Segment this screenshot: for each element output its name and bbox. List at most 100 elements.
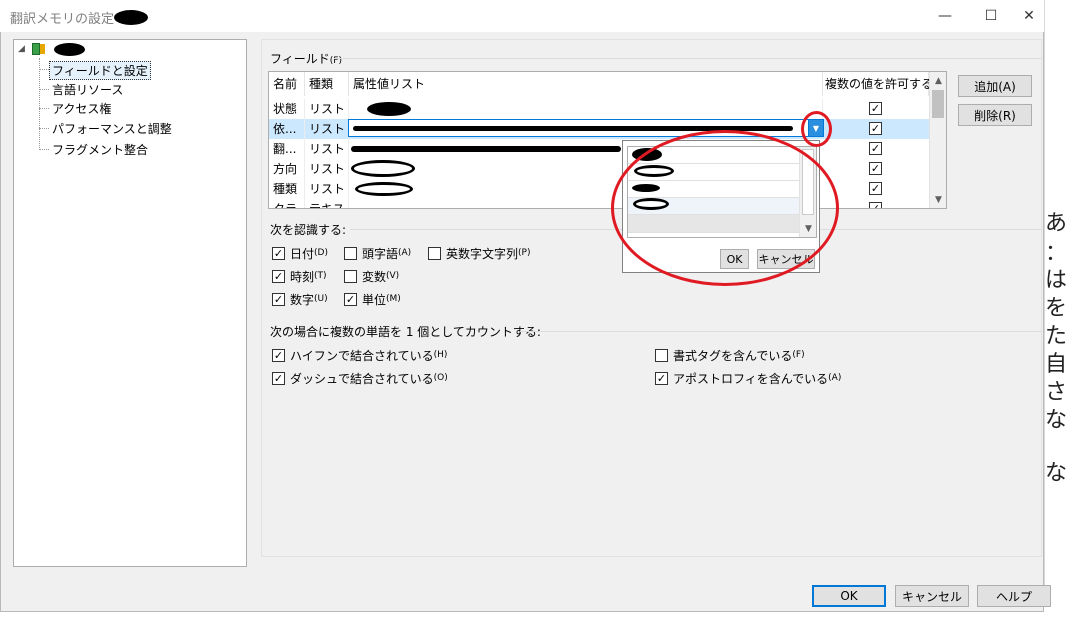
tree-item-fragment-alignment[interactable]: フラグメント整合: [52, 141, 148, 158]
redaction-mark: [355, 182, 413, 196]
option-time[interactable]: ✓ 時刻 (T): [272, 268, 327, 284]
checkbox[interactable]: [344, 269, 357, 283]
values-list[interactable]: ▼: [627, 146, 817, 238]
redaction-mark: [367, 102, 411, 116]
option-accel: (M): [386, 294, 401, 304]
col-header-type[interactable]: 種類: [305, 72, 349, 96]
multi-checkbox[interactable]: ✓: [869, 162, 882, 175]
window-title: 翻訳メモリの設定 -: [10, 12, 123, 27]
checkbox[interactable]: ✓: [272, 246, 285, 260]
checkbox[interactable]: ✓: [272, 269, 285, 283]
option-label: アポストロフィを含んでいる: [673, 371, 829, 386]
table-row[interactable]: クラ テキスト ✓: [269, 199, 929, 208]
checkbox[interactable]: [428, 246, 441, 260]
tree-item-fields-settings[interactable]: フィールドと設定: [49, 61, 151, 80]
table-row[interactable]: 翻... リスト ✓: [269, 139, 929, 159]
col-header-multi[interactable]: 複数の値を許可する: [823, 72, 933, 96]
option-hyphen[interactable]: ✓ ハイフンで結合されている (H): [272, 347, 447, 363]
tree-item-language-resources[interactable]: 言語リソース: [52, 81, 123, 98]
checkbox[interactable]: ✓: [655, 371, 668, 385]
fields-table[interactable]: 名前 種類 属性値リスト 複数の値を許可する 状態 リスト ✓ 依... リスト…: [268, 71, 947, 209]
cancel-button[interactable]: キャンセル: [895, 585, 969, 607]
minimize-button[interactable]: —: [922, 0, 968, 32]
option-label: 日付: [290, 246, 315, 261]
option-apostrophe[interactable]: ✓ アポストロフィを含んでいる (A): [655, 370, 841, 386]
checkbox[interactable]: ✓: [344, 292, 357, 306]
group-divider: [350, 229, 622, 230]
multi-checkbox[interactable]: ✓: [869, 142, 882, 155]
multi-checkbox[interactable]: ✓: [869, 122, 882, 135]
col-header-name[interactable]: 名前: [269, 72, 305, 96]
settings-tree[interactable]: ◢ フィールドと設定 言語リソース アクセス権 パフォーマンスと調整 フラグメン…: [13, 39, 247, 567]
checkbox[interactable]: ✓: [272, 371, 285, 385]
option-unit[interactable]: ✓ 単位 (M): [344, 291, 401, 307]
tree-item-performance[interactable]: パフォーマンスと調整: [52, 120, 172, 137]
redaction-mark: [351, 146, 621, 152]
option-label: ハイフンで結合されている: [290, 348, 434, 363]
table-row[interactable]: 種類 リスト ✓: [269, 179, 929, 199]
scroll-down-icon[interactable]: ▼: [800, 220, 817, 237]
multi-checkbox[interactable]: ✓: [869, 202, 882, 208]
option-dash[interactable]: ✓ ダッシュで結合されている (O): [272, 370, 448, 386]
option-accel: (H): [433, 350, 448, 360]
option-label: 単位: [362, 292, 387, 307]
col-header-values[interactable]: 属性値リスト: [349, 72, 823, 96]
add-button[interactable]: 追加(A): [958, 75, 1032, 97]
row-type: リスト: [305, 159, 349, 179]
row-name: 状態: [269, 99, 305, 119]
help-button[interactable]: ヘルプ: [977, 585, 1051, 607]
multi-checkbox[interactable]: ✓: [869, 182, 882, 195]
row-type: リスト: [305, 99, 349, 119]
option-acronym[interactable]: 頭字語 (A): [344, 245, 411, 261]
option-label: 英数字文字列: [446, 246, 519, 261]
tree-guide: [39, 108, 49, 109]
option-format-tag[interactable]: 書式タグを含んでいる (F): [655, 347, 805, 363]
row-type: リスト: [305, 139, 349, 159]
group-divider: [520, 331, 1042, 332]
row-values: [349, 99, 823, 119]
table-scrollbar[interactable]: ▲ ▼: [929, 72, 946, 208]
option-date[interactable]: ✓ 日付 (D): [272, 245, 328, 261]
title-bar[interactable]: 翻訳メモリの設定 - — ☐ ✕: [0, 0, 1044, 32]
count-group-label: 次の場合に複数の単語を 1 個としてカウントする:: [270, 325, 541, 339]
checkbox[interactable]: ✓: [272, 348, 285, 362]
checkbox[interactable]: [344, 246, 357, 260]
row-type: リスト: [305, 179, 349, 199]
checkbox[interactable]: ✓: [272, 292, 285, 306]
maximize-button[interactable]: ☐: [968, 0, 1014, 32]
row-name: 種類: [269, 179, 305, 199]
option-variable[interactable]: 変数 (V): [344, 268, 399, 284]
redaction-mark: [634, 165, 674, 177]
option-alnum[interactable]: 英数字文字列 (P): [428, 245, 530, 261]
table-row[interactable]: 方向 リスト ✓: [269, 159, 929, 179]
row-name: クラ: [269, 199, 305, 208]
scroll-thumb[interactable]: [802, 149, 814, 215]
list-scrollbar[interactable]: ▼: [799, 147, 816, 237]
close-button[interactable]: ✕: [1014, 0, 1044, 32]
tree-item-access-rights[interactable]: アクセス権: [52, 100, 111, 117]
ok-button[interactable]: OK: [812, 585, 886, 607]
option-accel: (A): [828, 373, 842, 383]
scroll-up-icon[interactable]: ▲: [930, 72, 946, 89]
option-number[interactable]: ✓ 数字 (U): [272, 291, 328, 307]
checkbox[interactable]: [655, 348, 668, 362]
delete-button[interactable]: 削除(R): [958, 104, 1032, 126]
popup-ok-button[interactable]: OK: [720, 249, 749, 269]
attribute-values-editor[interactable]: [348, 119, 824, 137]
tm-icon: [32, 43, 40, 55]
row-type: テキスト: [305, 199, 349, 208]
table-row[interactable]: 状態 リスト ✓: [269, 99, 929, 119]
background-document-edge: あ ： は を た 自 さ な な: [1044, 0, 1067, 619]
row-name: 依...: [269, 119, 305, 139]
scroll-down-icon[interactable]: ▼: [930, 191, 946, 208]
popup-cancel-button[interactable]: キャンセル: [757, 249, 815, 269]
multi-checkbox[interactable]: ✓: [869, 102, 882, 115]
redaction-mark: [632, 148, 662, 161]
scroll-thumb[interactable]: [932, 90, 944, 118]
list-item-highlight[interactable]: [628, 215, 799, 233]
dropdown-button[interactable]: ▼: [808, 119, 824, 137]
tree-guide: [39, 58, 40, 150]
minimize-icon: —: [938, 8, 952, 24]
tree-expand-icon[interactable]: ◢: [18, 44, 25, 54]
tree-guide: [39, 149, 49, 150]
